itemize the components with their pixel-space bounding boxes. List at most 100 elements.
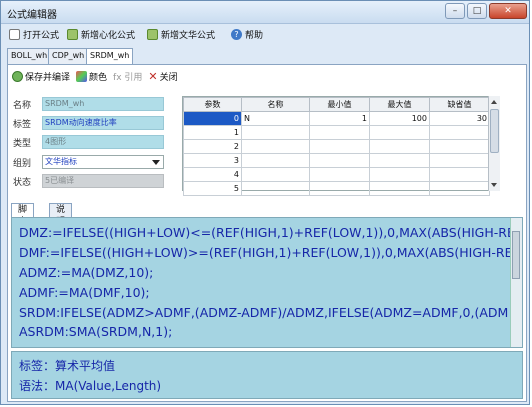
color-button[interactable]: 颜色 (76, 70, 107, 83)
close-icon: ✕ (148, 69, 158, 83)
status-label: 状态 (13, 178, 32, 188)
param-default-cell[interactable] (429, 181, 490, 196)
editor-scroll-thumb[interactable] (512, 231, 520, 279)
close-formula-button[interactable]: ✕ 关闭 (148, 70, 177, 83)
menu-open-formula-label: 打开公式 (23, 30, 60, 41)
open-document-icon (9, 28, 20, 40)
reference-button[interactable]: fx 引用 (113, 70, 142, 83)
close-label: 关闭 (159, 72, 178, 83)
param-default-cell[interactable] (429, 153, 490, 168)
menu-new-wenhua-formula[interactable]: 新增文华公式 (147, 27, 215, 41)
compile-icon (12, 70, 23, 82)
code-line[interactable]: DMF:=IFELSE((HIGH+LOW)>=(REF(HIGH,1)+REF… (19, 245, 522, 260)
param-default-cell[interactable] (429, 125, 490, 140)
tab-srdm-wh[interactable]: SRDM_wh (86, 48, 134, 65)
table-row[interactable]: 4 (183, 167, 490, 182)
param-max-cell[interactable] (369, 125, 430, 140)
header-max: 最大值 (369, 97, 430, 112)
param-max-cell[interactable]: 100 (369, 111, 430, 126)
type-field[interactable]: 4图形 (42, 135, 164, 149)
param-name-cell[interactable] (241, 139, 310, 154)
title-bar[interactable]: 公式编辑器 – □ ✕ (1, 1, 529, 24)
params-scrollbar[interactable] (488, 96, 500, 191)
name-label: 名称 (13, 101, 32, 111)
row-index[interactable]: 3 (183, 153, 242, 168)
param-name-cell[interactable] (241, 181, 310, 196)
param-min-cell[interactable] (309, 181, 370, 196)
row-index[interactable]: 2 (183, 139, 242, 154)
script-editor[interactable]: DMZ:=IFELSE((HIGH+LOW)<=(REF(HIGH,1)+REF… (11, 217, 523, 348)
editor-vscrollbar[interactable] (510, 218, 522, 347)
params-header-row: 参数 名称 最小值 最大值 缺省值 (183, 97, 490, 112)
code-line[interactable]: SRDM:IFELSE(ADMZ>ADMF,(ADMZ-ADMF)/ADMZ,I… (19, 305, 508, 320)
reference-label: fx 引用 (113, 72, 143, 83)
tab-description[interactable]: 说明 (49, 203, 73, 227)
param-min-cell[interactable]: 1 (309, 111, 370, 126)
menu-new-heart-formula[interactable]: 新增心化公式 (67, 27, 135, 41)
menu-open-formula[interactable]: 打开公式 (9, 27, 59, 41)
name-field[interactable]: SRDM_wh (42, 97, 164, 111)
row-index[interactable]: 5 (183, 181, 242, 196)
param-default-cell[interactable] (429, 167, 490, 182)
header-default: 缺省值 (429, 97, 490, 112)
param-min-cell[interactable] (309, 153, 370, 168)
tab-cdp-wh[interactable]: CDP_wh (48, 48, 89, 64)
code-line[interactable]: ASRDM:SMA(SRDM,N,1); (19, 324, 172, 339)
row-index[interactable]: 0 (183, 111, 242, 126)
dropdown-arrow-icon (152, 160, 160, 165)
param-name-cell[interactable] (241, 167, 310, 182)
header-name: 名称 (241, 97, 310, 112)
table-row[interactable]: 1 (183, 125, 490, 140)
editor-toolbar: 保存并编译 颜色 fx 引用 ✕ 关闭 (12, 68, 184, 84)
save-compile-button[interactable]: 保存并编译 (12, 70, 70, 83)
row-index[interactable]: 4 (183, 167, 242, 182)
param-name-cell[interactable]: N (241, 111, 310, 126)
param-name-cell[interactable] (241, 125, 310, 140)
header-min: 最小值 (309, 97, 370, 112)
status-field: 5已编译 (42, 174, 164, 188)
param-default-cell[interactable]: 30 (429, 111, 490, 126)
menu-help-label: 帮助 (245, 30, 264, 41)
help-line: 标签：算术平均值 (19, 359, 116, 373)
formula-panel: 保存并编译 颜色 fx 引用 ✕ 关闭 名称 SRDM_wh 标签 SRDM动向… (7, 64, 527, 402)
tag-label: 标签 (13, 120, 32, 130)
table-row[interactable]: 3 (183, 153, 490, 168)
menu-bar: 打开公式 新增心化公式 新增文华公式 ? 帮助 (1, 24, 529, 44)
param-min-cell[interactable] (309, 139, 370, 154)
param-max-cell[interactable] (369, 153, 430, 168)
tab-script[interactable]: 脚本 (11, 203, 35, 227)
group-select[interactable]: 文华指标 (42, 155, 164, 169)
new-wenhua-formula-icon (147, 28, 158, 40)
tab-boll-wh[interactable]: BOLL_wh (7, 48, 52, 64)
maximize-button[interactable]: □ (467, 3, 487, 19)
group-label: 组别 (13, 159, 32, 169)
params-grid: 参数 名称 最小值 最大值 缺省值 0 N 1 100 30 1 2 3 4 5 (182, 96, 500, 196)
tag-field[interactable]: SRDM动向速度比率 (42, 116, 164, 130)
table-row[interactable]: 0 N 1 100 30 (183, 111, 490, 126)
menu-new-wenhua-formula-label: 新增文华公式 (161, 30, 216, 41)
help-panel: 标签：算术平均值 语法：MA(Value,Length) (11, 351, 523, 399)
row-index[interactable]: 1 (183, 125, 242, 140)
header-param: 参数 (183, 97, 242, 112)
param-max-cell[interactable] (369, 181, 430, 196)
minimize-button[interactable]: – (445, 3, 465, 19)
param-max-cell[interactable] (369, 139, 430, 154)
scroll-down-icon[interactable] (491, 183, 497, 187)
param-default-cell[interactable] (429, 139, 490, 154)
param-min-cell[interactable] (309, 125, 370, 140)
code-line[interactable]: DMZ:=IFELSE((HIGH+LOW)<=(REF(HIGH,1)+REF… (19, 225, 522, 240)
scroll-thumb[interactable] (490, 109, 499, 153)
close-window-button[interactable]: ✕ (489, 3, 527, 19)
save-compile-label: 保存并编译 (25, 72, 71, 83)
table-row[interactable]: 5 (183, 181, 490, 196)
help-line: 语法：MA(Value,Length) (19, 379, 162, 393)
param-name-cell[interactable] (241, 153, 310, 168)
table-row[interactable]: 2 (183, 139, 490, 154)
param-min-cell[interactable] (309, 167, 370, 182)
scroll-up-icon[interactable] (491, 100, 497, 104)
palette-icon (76, 70, 88, 82)
code-line[interactable]: ADMF:=MA(DMF,10); (19, 285, 150, 300)
code-line[interactable]: ADMZ:=MA(DMZ,10); (19, 265, 153, 280)
menu-help[interactable]: ? 帮助 (231, 27, 263, 41)
param-max-cell[interactable] (369, 167, 430, 182)
